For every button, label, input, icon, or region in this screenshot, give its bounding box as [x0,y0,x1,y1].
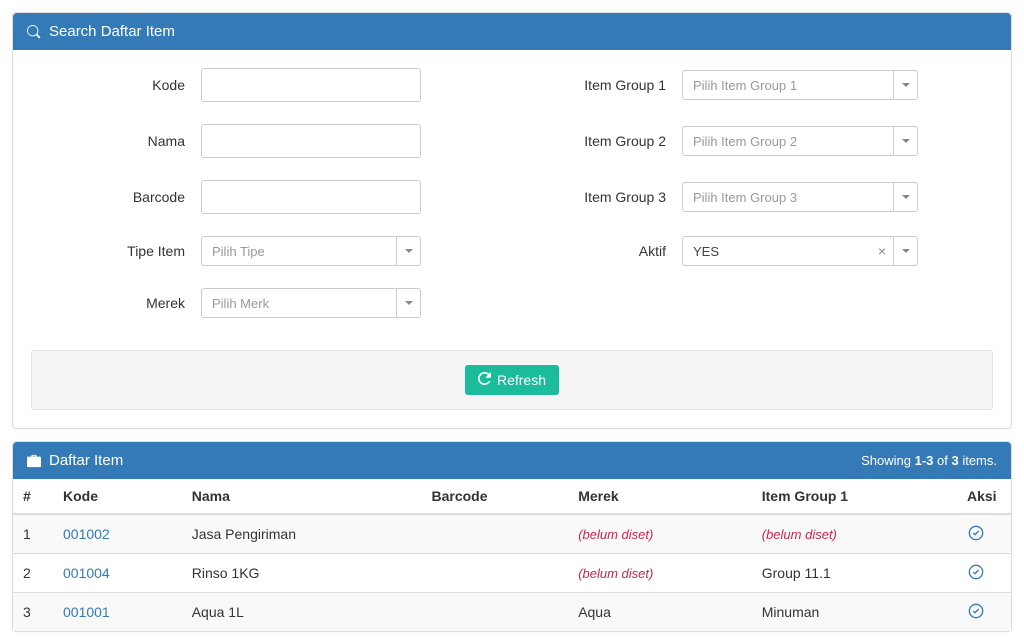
cell-num: 2 [13,554,53,593]
col-aksi: Aksi [957,479,1011,514]
chevron-down-icon [893,71,917,99]
cell-nama: Aqua 1L [182,593,422,632]
tipe-label: Tipe Item [31,243,201,259]
barcode-label: Barcode [31,189,201,205]
summary-text: Showing 1-3 of 3 items. [861,453,997,468]
col-kode[interactable]: Kode [53,479,182,514]
group1-select[interactable]: Pilih Item Group 1 [682,70,918,100]
aktif-value: YES [683,237,871,265]
col-nama[interactable]: Nama [182,479,422,514]
list-panel-title: Daftar Item [49,452,123,469]
cell-barcode [422,514,569,554]
merek-label: Merek [31,295,201,311]
chevron-down-icon [893,237,917,265]
chevron-down-icon [396,237,420,265]
cell-barcode [422,554,569,593]
search-panel-header: Search Daftar Item [13,13,1011,50]
barcode-input[interactable] [201,180,421,214]
items-table: # Kode Nama Barcode Merek Item Group 1 A… [13,479,1011,631]
clear-icon[interactable]: × [871,237,893,265]
group3-select[interactable]: Pilih Item Group 3 [682,182,918,212]
chevron-down-icon [893,127,917,155]
search-panel: Search Daftar Item Kode Item Group 1 Pil… [12,12,1012,429]
table-row: 3 001001 Aqua 1L AquaMinuman [13,593,1011,632]
cell-kode: 001001 [53,593,182,632]
merek-placeholder: Pilih Merk [202,289,396,317]
cell-nama: Jasa Pengiriman [182,514,422,554]
kode-label: Kode [31,77,201,93]
cell-aksi [957,593,1011,632]
group3-placeholder: Pilih Item Group 3 [683,183,893,211]
aktif-label: Aktif [512,243,682,259]
cell-merek: Aqua [568,593,752,632]
group2-placeholder: Pilih Item Group 2 [683,127,893,155]
cell-merek: (belum diset) [568,514,752,554]
refresh-button[interactable]: Refresh [465,365,559,395]
aktif-select[interactable]: YES × [682,236,918,266]
group2-select[interactable]: Pilih Item Group 2 [682,126,918,156]
cell-barcode [422,593,569,632]
search-panel-title: Search Daftar Item [49,23,175,40]
cell-merek: (belum diset) [568,554,752,593]
tipe-select[interactable]: Pilih Tipe [201,236,421,266]
chevron-down-icon [396,289,420,317]
refresh-icon [478,372,491,388]
group1-placeholder: Pilih Item Group 1 [683,71,893,99]
col-group1[interactable]: Item Group 1 [752,479,957,514]
cell-kode: 001004 [53,554,182,593]
cell-num: 3 [13,593,53,632]
cell-kode: 001002 [53,514,182,554]
merek-select[interactable]: Pilih Merk [201,288,421,318]
cell-nama: Rinso 1KG [182,554,422,593]
kode-link[interactable]: 001001 [63,604,110,620]
kode-link[interactable]: 001002 [63,526,110,542]
cell-group1: Group 11.1 [752,554,957,593]
refresh-button-label: Refresh [497,372,546,388]
briefcase-icon [27,454,41,468]
group3-label: Item Group 3 [512,189,682,205]
select-action-button[interactable] [967,524,985,542]
refresh-bar: Refresh [31,350,993,410]
nama-label: Nama [31,133,201,149]
cell-num: 1 [13,514,53,554]
list-panel-header: Daftar Item Showing 1-3 of 3 items. [13,442,1011,479]
search-form: Kode Item Group 1 Pilih Item Group 1 Nam… [13,50,1011,346]
list-panel: Daftar Item Showing 1-3 of 3 items. # Ko… [12,441,1012,632]
select-action-button[interactable] [967,602,985,620]
col-barcode[interactable]: Barcode [422,479,569,514]
tipe-placeholder: Pilih Tipe [202,237,396,265]
cell-group1: Minuman [752,593,957,632]
col-num: # [13,479,53,514]
table-row: 2 001004 Rinso 1KG (belum diset)Group 11.1 [13,554,1011,593]
cell-group1: (belum diset) [752,514,957,554]
col-merek[interactable]: Merek [568,479,752,514]
search-icon [27,25,41,39]
select-action-button[interactable] [967,563,985,581]
kode-link[interactable]: 001004 [63,565,110,581]
cell-aksi [957,514,1011,554]
group1-label: Item Group 1 [512,77,682,93]
chevron-down-icon [893,183,917,211]
group2-label: Item Group 2 [512,133,682,149]
kode-input[interactable] [201,68,421,102]
nama-input[interactable] [201,124,421,158]
table-row: 1 001002 Jasa Pengiriman (belum diset)(belu… [13,514,1011,554]
cell-aksi [957,554,1011,593]
